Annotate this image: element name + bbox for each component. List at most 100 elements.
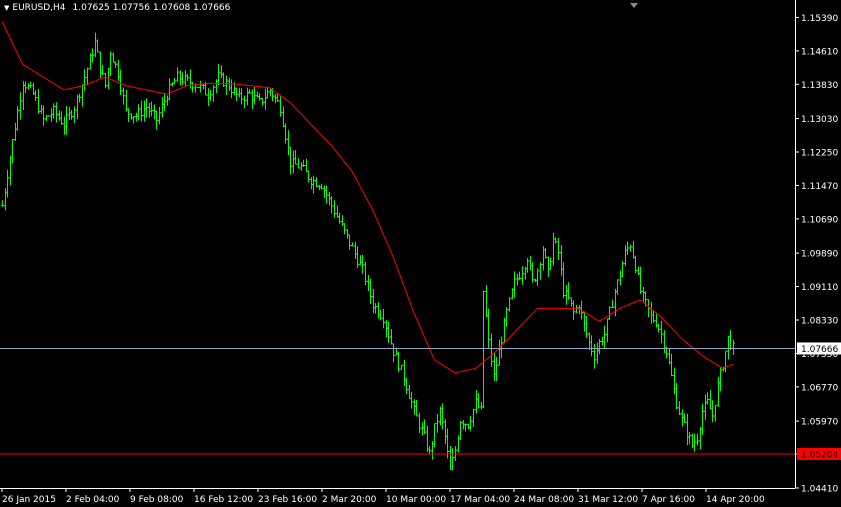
scroll-shift-marker-icon[interactable] <box>630 3 638 8</box>
ohlc-bar <box>565 284 568 305</box>
ohlc-bar <box>531 262 534 283</box>
ohlc-bars <box>1 32 735 471</box>
ohlc-bar <box>608 305 611 320</box>
ohlc-bar <box>719 367 722 392</box>
current-price-label: 1.07666 <box>801 345 838 355</box>
ohlc-bar <box>392 343 395 363</box>
ohlc-bar <box>650 301 653 324</box>
ohlc-bar <box>433 423 436 447</box>
ohlc-bar <box>727 335 730 360</box>
ohlc-bar <box>632 241 635 259</box>
ohlc-bar <box>60 111 63 125</box>
x-tick-label: 16 Feb 12:00 <box>194 495 253 505</box>
ohlc-bar <box>629 244 632 252</box>
ohlc-bar <box>485 285 488 318</box>
ohlc-bar <box>9 155 12 186</box>
ohlc-bar <box>305 158 308 172</box>
ohlc-bar <box>379 310 382 321</box>
ohlc-bar <box>246 87 249 106</box>
ohlc-bar <box>480 401 483 410</box>
ohlc-bar <box>364 262 367 285</box>
ohlc-bar <box>78 93 81 103</box>
ohlc-bar <box>184 70 187 86</box>
ohlc-bar <box>356 246 359 269</box>
y-tick-label: 1.04410 <box>801 485 838 495</box>
ohlc-bar <box>104 72 107 89</box>
ohlc-bar <box>243 95 246 109</box>
ohlc-bar <box>657 323 660 333</box>
ohlc-bar <box>377 302 380 319</box>
ohlc-bar <box>161 96 164 118</box>
ohlc-bar <box>81 84 84 107</box>
ohlc-bar <box>19 92 22 120</box>
ohlc-bar <box>16 106 19 131</box>
ohlc-bar <box>125 89 128 112</box>
ohlc-bar <box>228 77 231 91</box>
ohlc-bar <box>318 185 321 190</box>
ohlc-bar <box>292 150 295 174</box>
ohlc-bar <box>96 39 99 53</box>
ohlc-bar <box>179 70 182 86</box>
ohlc-bar <box>678 401 681 415</box>
ohlc-bar <box>639 266 642 295</box>
ohlc-bar <box>493 352 496 382</box>
ohlc-bar <box>135 112 138 122</box>
ohlc-bar <box>475 390 478 414</box>
ohlc-bar <box>310 176 313 190</box>
ohlc-bar <box>240 88 243 105</box>
ohlc-bar <box>570 297 573 307</box>
y-tick-label: 1.12250 <box>801 149 838 159</box>
ohlc-bar <box>58 110 61 121</box>
y-tick-label: 1.09110 <box>801 283 838 293</box>
x-tick-label: 2 Feb 04:00 <box>66 495 120 505</box>
ohlc-bar <box>343 223 346 235</box>
ohlc-bar <box>101 64 104 75</box>
horizontal-levels <box>0 347 795 455</box>
ohlc-bar <box>163 92 166 112</box>
ohlc-bar <box>217 63 220 85</box>
x-tick-label: 14 Apr 20:00 <box>706 495 765 505</box>
ohlc-bar <box>601 336 604 346</box>
ohlc-bar <box>526 258 529 273</box>
ohlc-bar <box>369 279 372 304</box>
y-tick-label: 1.15390 <box>801 14 838 24</box>
ohlc-bar <box>390 328 393 345</box>
ohlc-bar <box>706 392 709 405</box>
ohlc-bar <box>428 445 431 455</box>
ohlc-bar <box>248 88 251 94</box>
price-chart[interactable]: 1.15390 1.14610 1.13830 1.13030 1.12250 1.114… <box>0 0 841 507</box>
ohlc-bar <box>498 339 501 366</box>
ohlc-bar <box>704 394 707 420</box>
ohlc-bar <box>225 75 228 95</box>
ohlc-bar <box>140 100 143 122</box>
x-tick-label: 26 Jan 2015 <box>2 495 56 505</box>
ohlc-bar <box>279 96 282 117</box>
ohlc-bar <box>68 106 71 121</box>
ohlc-bar <box>408 384 411 400</box>
ohlc-bar <box>274 94 277 104</box>
ohlc-bar <box>459 421 462 441</box>
ohlc-bar <box>222 72 225 87</box>
x-tick-label: 7 Apr 16:00 <box>642 495 695 505</box>
ohlc-bar <box>37 88 40 114</box>
x-tick-label: 2 Mar 20:00 <box>322 495 377 505</box>
ohlc-bar <box>333 200 336 218</box>
ohlc-bar <box>387 321 390 343</box>
ohlc-bar <box>441 403 444 430</box>
ohlc-bar <box>593 344 596 369</box>
ohlc-bar <box>132 116 135 124</box>
ohlc-bar <box>709 390 712 410</box>
ohlc-bar <box>464 423 467 432</box>
ohlc-bar <box>451 448 454 471</box>
ohlc-bar <box>598 339 601 355</box>
ohlc-bar <box>150 101 153 117</box>
ohlc-bar <box>6 169 9 198</box>
ohlc-bar <box>148 102 151 118</box>
ohlc-bar <box>258 93 261 101</box>
y-tick-label: 1.14610 <box>801 47 838 57</box>
ohlc-bar <box>11 138 14 164</box>
ohlc-bar <box>251 89 254 109</box>
ohlc-bar <box>457 435 460 453</box>
ohlc-bar <box>513 271 516 298</box>
ohlc-bar <box>469 415 472 431</box>
